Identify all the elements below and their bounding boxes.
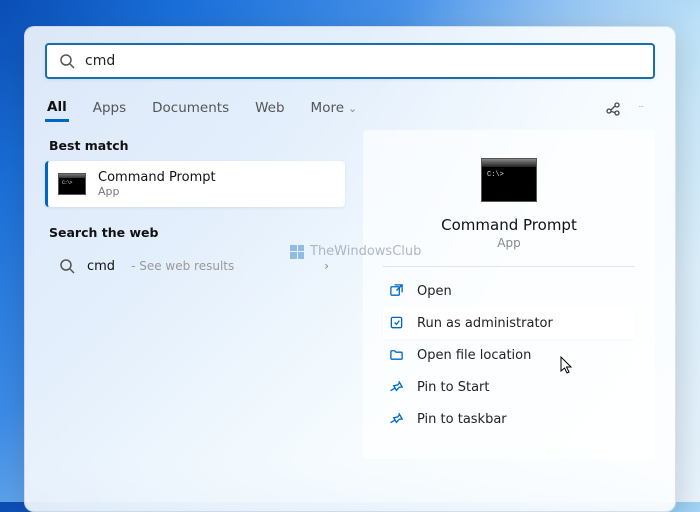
best-match-subtitle: App	[98, 185, 216, 198]
best-match-text: Command Prompt App	[98, 170, 216, 198]
action-run-as-administrator[interactable]: Run as administrator	[383, 307, 635, 339]
open-icon	[389, 283, 405, 299]
action-open[interactable]: Open	[383, 275, 635, 307]
action-label: Pin to Start	[417, 380, 489, 395]
folder-icon	[389, 347, 405, 363]
web-result-hint: - See web results	[131, 259, 234, 273]
search-icon	[59, 53, 75, 69]
action-label: Open file location	[417, 348, 531, 363]
tab-apps[interactable]: Apps	[91, 94, 128, 122]
divider	[383, 266, 635, 267]
action-label: Run as administrator	[417, 316, 553, 331]
search-web-heading: Search the web	[49, 225, 345, 240]
command-prompt-icon	[58, 173, 86, 195]
search-input[interactable]	[85, 53, 641, 69]
tab-web[interactable]: Web	[253, 94, 286, 122]
search-box[interactable]	[45, 43, 655, 79]
content-area: Best match Command Prompt App Search the…	[45, 130, 655, 459]
web-result-query: cmd	[87, 259, 115, 274]
best-match-title: Command Prompt	[98, 170, 216, 185]
chevron-right-icon: ›	[324, 259, 337, 273]
search-icon	[59, 258, 75, 274]
best-match-heading: Best match	[49, 138, 345, 153]
tab-all[interactable]: All	[45, 93, 69, 122]
action-open-file-location[interactable]: Open file location	[383, 339, 635, 371]
results-column: Best match Command Prompt App Search the…	[45, 130, 345, 459]
tab-documents[interactable]: Documents	[150, 94, 231, 122]
tabs-row: All Apps Documents Web More	[45, 93, 655, 122]
share-icon[interactable]	[599, 94, 627, 122]
action-pin-to-start[interactable]: Pin to Start	[383, 371, 635, 403]
action-label: Pin to taskbar	[417, 412, 507, 427]
search-window: All Apps Documents Web More Best match C…	[24, 26, 676, 512]
preview-pane: Command Prompt App Open Run as administr…	[363, 130, 655, 459]
web-result[interactable]: cmd - See web results ›	[45, 248, 345, 284]
preview-subtitle: App	[383, 236, 635, 250]
best-match-result[interactable]: Command Prompt App	[45, 161, 345, 207]
action-label: Open	[417, 284, 452, 299]
preview-title: Command Prompt	[383, 216, 635, 234]
more-options-icon[interactable]	[627, 94, 655, 122]
tab-more[interactable]: More	[309, 94, 360, 122]
shield-icon	[389, 315, 405, 331]
command-prompt-icon	[481, 158, 537, 202]
pin-icon	[389, 411, 405, 427]
action-pin-to-taskbar[interactable]: Pin to taskbar	[383, 403, 635, 435]
pin-icon	[389, 379, 405, 395]
